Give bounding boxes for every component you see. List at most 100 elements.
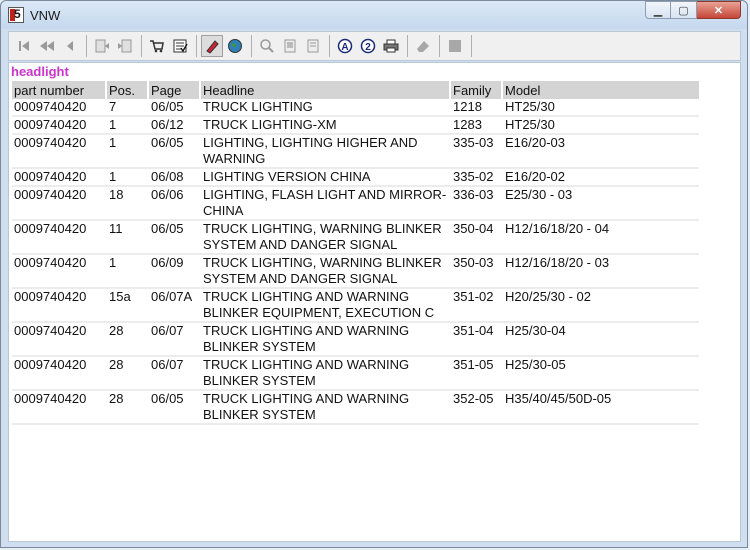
column-header-headline[interactable]: Headline	[200, 81, 451, 99]
cell-pos: 11	[106, 220, 149, 255]
cell-page: 06/05	[148, 99, 201, 117]
cell-pos: 1	[106, 254, 149, 289]
table-row[interactable]: 0009740420 28 06/07 TRUCK LIGHTING AND WARN…	[12, 356, 699, 391]
cell-part-number: 0009740420	[12, 322, 107, 357]
cell-headline[interactable]: TRUCK LIGHTING-XM	[200, 116, 451, 135]
table-row[interactable]: 0009740420 11 06/05 TRUCK LIGHTING, WARNING…	[12, 220, 699, 255]
column-header-page[interactable]: Page	[148, 81, 201, 99]
cell-pos: 1	[106, 116, 149, 135]
cell-page: 06/12	[148, 116, 201, 135]
table-row[interactable]: 0009740420 1 06/12 TRUCK LIGHTING-XM 1283 HT2…	[12, 116, 699, 135]
headline-link[interactable]: TRUCK LIGHTING AND WARNING BLINKER SYSTE…	[203, 323, 409, 354]
app-logo-icon: 5	[8, 7, 24, 23]
cell-page: 06/07	[148, 322, 201, 357]
title-bar[interactable]: 5 VNW ▁ ▢ ✕	[1, 1, 747, 29]
table-row[interactable]: 0009740420 28 06/07 TRUCK LIGHTING AND WARN…	[12, 322, 699, 357]
cell-pos: 7	[106, 99, 149, 117]
table-row[interactable]: 0009740420 7 06/05 TRUCK LIGHTING 1218 HT25/3…	[12, 99, 699, 117]
cell-model: E16/20-02	[502, 168, 699, 187]
page-alt-icon[interactable]	[302, 35, 324, 57]
maximize-button[interactable]: ▢	[671, 1, 697, 19]
table-body: 0009740420 7 06/05 TRUCK LIGHTING 1218 HT25/3…	[12, 99, 699, 425]
cell-page: 06/08	[148, 168, 201, 187]
cell-model: H20/25/30 - 02	[502, 288, 699, 323]
headline-link[interactable]: LIGHTING, LIGHTING HIGHER AND WARNING	[203, 135, 418, 166]
cell-headline[interactable]: TRUCK LIGHTING	[200, 99, 451, 117]
zoom-icon[interactable]	[256, 35, 278, 57]
cell-pos: 15a	[106, 288, 149, 323]
marker-icon[interactable]	[201, 35, 223, 57]
globe-icon[interactable]	[224, 35, 246, 57]
headline-link[interactable]: LIGHTING VERSION CHINA	[203, 169, 371, 184]
eraser-icon[interactable]	[412, 35, 434, 57]
cell-headline[interactable]: TRUCK LIGHTING AND WARNING BLINKER SYSTE…	[200, 356, 451, 391]
back-document-icon[interactable]	[91, 35, 113, 57]
cart-icon[interactable]	[146, 35, 168, 57]
table-row[interactable]: 0009740420 1 06/05 LIGHTING, LIGHTING HIGHE…	[12, 134, 699, 169]
cell-page: 06/05	[148, 220, 201, 255]
stop-icon[interactable]	[444, 35, 466, 57]
table-row[interactable]: 0009740420 28 06/05 TRUCK LIGHTING AND WARN…	[12, 390, 699, 425]
close-button[interactable]: ✕	[697, 1, 741, 19]
cell-pos: 18	[106, 186, 149, 221]
table-header-row: part number Pos. Page Headline Family Mo…	[12, 81, 699, 99]
cell-family: 350-04	[450, 220, 503, 255]
headline-link[interactable]: TRUCK LIGHTING	[203, 117, 313, 132]
cell-model: HT25/30	[502, 99, 699, 117]
cell-part-number: 0009740420	[12, 134, 107, 169]
table-row[interactable]: 0009740420 15a 06/07A TRUCK LIGHTING AND WA…	[12, 288, 699, 323]
table-row[interactable]: 0009740420 18 06/06 LIGHTING, FLASH LIGHT A…	[12, 186, 699, 221]
table-row[interactable]: 0009740420 1 06/09 TRUCK LIGHTING, WARNING …	[12, 254, 699, 289]
cell-headline[interactable]: TRUCK LIGHTING AND WARNING BLINKER SYSTE…	[200, 390, 451, 425]
cell-headline[interactable]: LIGHTING, LIGHTING HIGHER AND WARNING	[200, 134, 451, 169]
column-header-model[interactable]: Model	[502, 81, 699, 99]
cell-family: 1283	[450, 116, 503, 135]
headline-link[interactable]: TRUCK LIGHTING	[203, 99, 313, 114]
toolbar: A 2	[8, 31, 741, 61]
headline-link[interactable]: LIGHTING, FLASH LIGHT AND MIRROR-	[203, 187, 446, 202]
cell-headline[interactable]: TRUCK LIGHTING AND WARNING BLINKER SYSTE…	[200, 322, 451, 357]
svg-text:2: 2	[365, 42, 371, 53]
column-header-part-number[interactable]: part number	[12, 81, 107, 99]
print-icon[interactable]	[380, 35, 402, 57]
cell-pos: 1	[106, 168, 149, 187]
cell-model: H35/40/45/50D-05	[502, 390, 699, 425]
cell-model: E16/20-03	[502, 134, 699, 169]
cell-page: 06/07	[148, 356, 201, 391]
minimize-button[interactable]: ▁	[645, 1, 671, 19]
cell-model: H12/16/18/20 - 03	[502, 254, 699, 289]
previous-icon[interactable]	[59, 35, 81, 57]
cell-headline[interactable]: LIGHTING, FLASH LIGHT AND MIRROR-CHINA	[200, 186, 451, 221]
cell-part-number: 0009740420	[12, 116, 107, 135]
cell-headline[interactable]: TRUCK LIGHTING, WARNING BLINKER SYSTEM A…	[200, 220, 451, 255]
a-circle-icon[interactable]: A	[334, 35, 356, 57]
cell-model: H25/30-05	[502, 356, 699, 391]
column-header-pos[interactable]: Pos.	[106, 81, 149, 99]
headline-link[interactable]: TRUCK LIGHTING, WARNING BLINKER SYSTEM A…	[203, 221, 442, 252]
cell-page: 06/05	[148, 134, 201, 169]
cell-model: HT25/30	[502, 116, 699, 135]
cell-part-number: 0009740420	[12, 186, 107, 221]
forward-document-icon[interactable]	[114, 35, 136, 57]
headline-link[interactable]: TRUCK LIGHTING AND WARNING BLINKER SYSTE…	[203, 391, 409, 422]
table-row[interactable]: 0009740420 1 06/08 LIGHTING VERSION CHINA 33…	[12, 168, 699, 187]
headline-link[interactable]: TRUCK LIGHTING AND WARNING BLINKER SYSTE…	[203, 357, 409, 388]
cell-family: 352-05	[450, 390, 503, 425]
cell-headline[interactable]: TRUCK LIGHTING AND WARNING BLINKER EQUIP…	[200, 288, 451, 323]
cell-headline[interactable]: LIGHTING VERSION CHINA	[200, 168, 451, 187]
cell-part-number: 0009740420	[12, 220, 107, 255]
headline-suffix: CHINA	[203, 203, 244, 218]
cell-headline[interactable]: TRUCK LIGHTING, WARNING BLINKER SYSTEM A…	[200, 254, 451, 289]
two-circle-icon[interactable]: 2	[357, 35, 379, 57]
page-icon[interactable]	[279, 35, 301, 57]
checklist-icon[interactable]	[169, 35, 191, 57]
cell-model: E25/30 - 03	[502, 186, 699, 221]
headline-link[interactable]: TRUCK LIGHTING, WARNING BLINKER SYSTEM A…	[203, 255, 442, 286]
cell-pos: 28	[106, 390, 149, 425]
previous-fast-icon[interactable]	[36, 35, 58, 57]
first-page-icon[interactable]	[13, 35, 35, 57]
section-title: headlight	[11, 64, 69, 79]
cell-pos: 28	[106, 322, 149, 357]
column-header-family[interactable]: Family	[450, 81, 503, 99]
headline-link[interactable]: TRUCK LIGHTING AND WARNING BLINKER EQUIP…	[203, 289, 434, 320]
